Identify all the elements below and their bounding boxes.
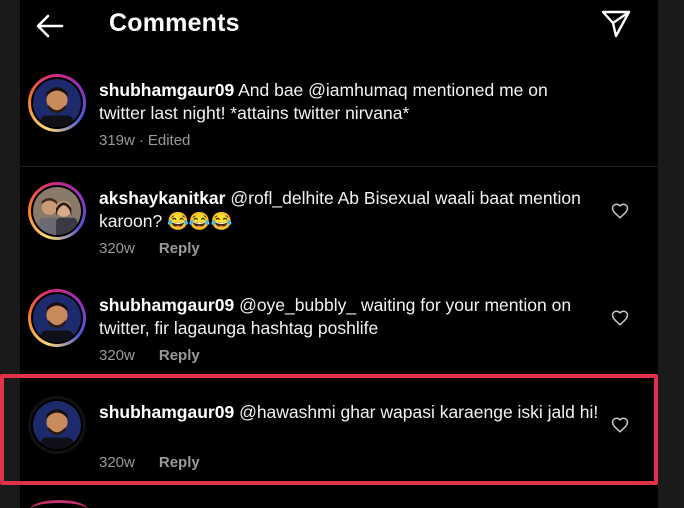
avatar[interactable]: [28, 289, 86, 347]
like-heart-icon[interactable]: [611, 309, 629, 327]
page-title: Comments: [109, 9, 240, 37]
reply-button[interactable]: Reply: [159, 347, 200, 364]
highlight-box: [0, 374, 658, 485]
comment-username[interactable]: akshaykanitkar: [99, 188, 225, 208]
comment-text: shubhamgaur09 @oye_bubbly_ waiting for y…: [99, 294, 599, 339]
avatar[interactable]: [30, 500, 88, 508]
comment-edited-label: Edited: [147, 132, 191, 149]
comment-time: 320w: [99, 347, 135, 364]
like-heart-icon[interactable]: [611, 202, 629, 220]
avatar[interactable]: [28, 182, 86, 240]
comment-time: 319w: [99, 132, 135, 149]
comment-username[interactable]: shubhamgaur09: [99, 80, 234, 100]
back-arrow-icon[interactable]: [32, 8, 68, 44]
comments-header: Comments: [20, 0, 658, 56]
comment-meta: 320w Reply: [99, 240, 200, 257]
comment-text: akshaykanitkar @rofl_delhite Ab Bisexual…: [99, 187, 599, 232]
comment-username[interactable]: shubhamgaur09: [99, 295, 234, 315]
comment-text: shubhamgaur09 And bae @iamhumaq mentione…: [99, 79, 599, 124]
comment-meta: 320w Reply: [99, 347, 200, 364]
scrollbar-track[interactable]: [658, 0, 684, 508]
divider: [20, 166, 658, 167]
avatar[interactable]: [28, 74, 86, 132]
comment-meta: 319w · Edited: [99, 132, 191, 149]
send-direct-icon[interactable]: [600, 8, 632, 40]
comment-time: 320w: [99, 240, 135, 257]
reply-button[interactable]: Reply: [159, 240, 200, 257]
